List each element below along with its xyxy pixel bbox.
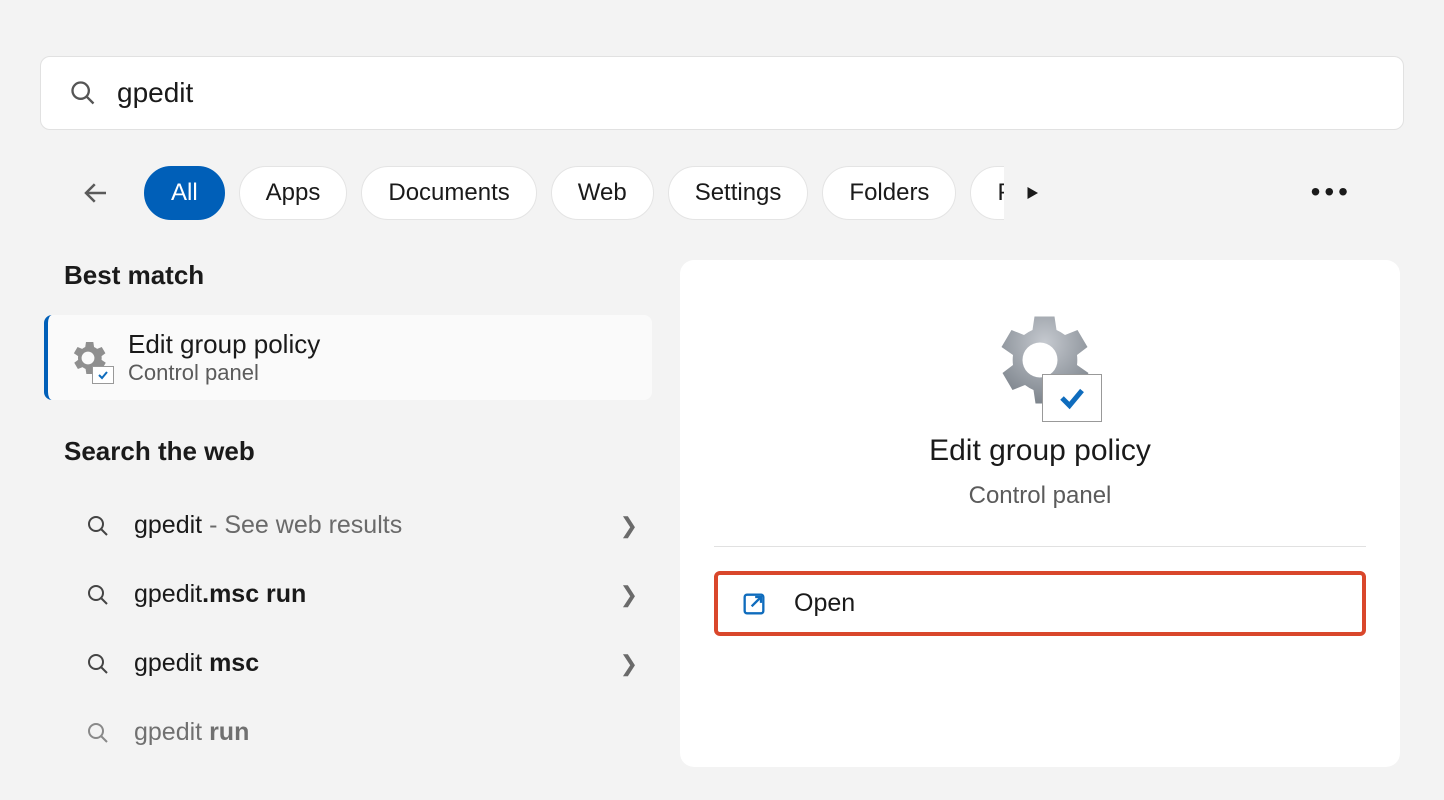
search-icon	[69, 79, 97, 107]
detail-title: Edit group policy	[929, 434, 1151, 468]
chevron-right-icon: ❯	[620, 582, 638, 608]
filter-pills: All Apps Documents Web Settings Folders …	[144, 166, 1004, 220]
web-result-label: gpedit run	[134, 718, 638, 747]
web-result[interactable]: gpedit msc ❯	[64, 629, 660, 698]
search-icon	[86, 583, 110, 607]
search-icon	[86, 514, 110, 538]
web-result-label: gpedit.msc run	[134, 580, 596, 609]
web-result-label: gpedit msc	[134, 649, 596, 678]
more-menu-button[interactable]: •••	[1311, 176, 1352, 208]
search-icon	[86, 721, 110, 745]
filter-pill-settings[interactable]: Settings	[668, 166, 809, 220]
arrow-left-icon	[81, 178, 111, 208]
check-badge	[1042, 374, 1102, 422]
check-badge	[92, 366, 114, 384]
open-button[interactable]: Open	[714, 571, 1366, 636]
filter-pill-folders[interactable]: Folders	[822, 166, 956, 220]
detail-subtitle: Control panel	[969, 482, 1112, 510]
search-web-label: Search the web	[64, 436, 660, 467]
gear-check-icon	[66, 336, 110, 380]
filter-pill-web[interactable]: Web	[551, 166, 654, 220]
chevron-right-icon: ❯	[620, 513, 638, 539]
web-result-label: gpedit - See web results	[134, 511, 596, 540]
filter-pill-documents[interactable]: Documents	[361, 166, 536, 220]
search-query-text: gpedit	[117, 77, 193, 109]
search-bar[interactable]: gpedit	[40, 56, 1404, 130]
best-match-result[interactable]: Edit group policy Control panel	[44, 315, 652, 400]
detail-panel: Edit group policy Control panel Open	[680, 260, 1400, 767]
filter-pill-photos[interactable]: Photos	[970, 166, 1004, 220]
scroll-right-button[interactable]	[1012, 164, 1052, 222]
search-icon	[86, 652, 110, 676]
open-external-icon	[740, 590, 768, 618]
filter-pill-apps[interactable]: Apps	[239, 166, 348, 220]
chevron-right-icon: ❯	[620, 651, 638, 677]
web-result[interactable]: gpedit - See web results ❯	[64, 491, 660, 560]
filter-row: All Apps Documents Web Settings Folders …	[40, 164, 1404, 222]
best-match-subtitle: Control panel	[128, 360, 320, 386]
best-match-title: Edit group policy	[128, 329, 320, 360]
filter-pill-all[interactable]: All	[144, 166, 225, 220]
web-result[interactable]: gpedit.msc run ❯	[64, 560, 660, 629]
back-button[interactable]	[76, 173, 116, 213]
best-match-label: Best match	[64, 260, 660, 291]
gear-check-icon	[980, 300, 1100, 420]
web-result[interactable]: gpedit run	[64, 698, 660, 767]
open-label: Open	[794, 589, 855, 618]
triangle-right-icon	[1023, 184, 1041, 202]
results-column: Best match Edit group policy Control pan…	[40, 260, 660, 767]
